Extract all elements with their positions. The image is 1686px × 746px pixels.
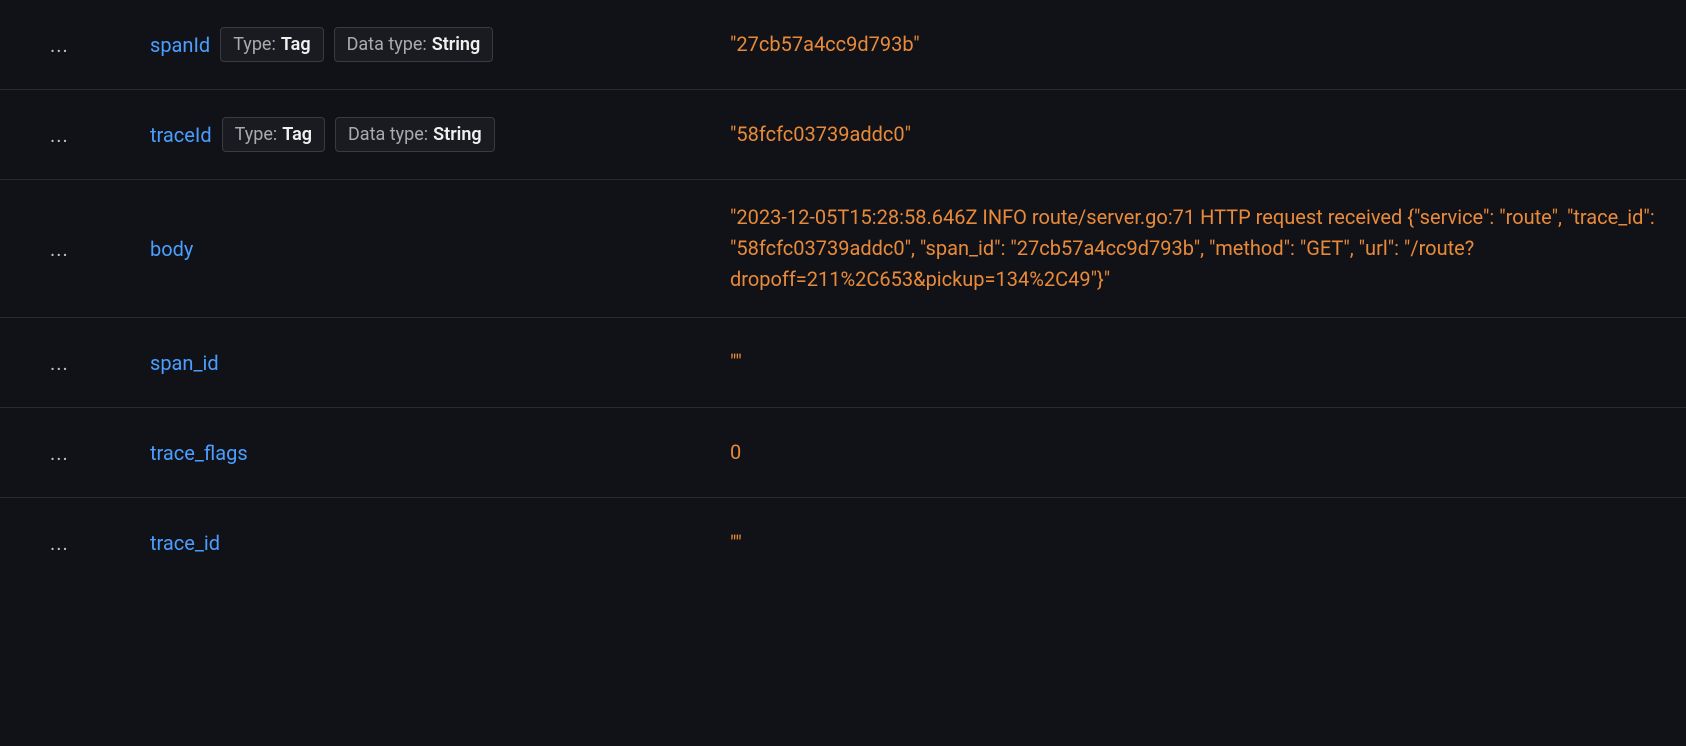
field-table: ... spanId Type: Tag Data type: String "… [0, 0, 1686, 588]
table-row: ... body "2023-12-05T15:28:58.646Z INFO … [0, 180, 1686, 318]
field-value: "" [730, 528, 1686, 559]
row-actions-menu[interactable]: ... [0, 351, 150, 375]
type-badge-label: Type: [235, 124, 278, 145]
row-actions-menu[interactable]: ... [0, 441, 150, 465]
datatype-badge-label: Data type: [348, 124, 428, 145]
field-name-link[interactable]: trace_id [150, 531, 220, 555]
datatype-badge: Data type: String [334, 27, 494, 62]
field-cell: trace_id [150, 531, 730, 555]
datatype-badge-value: String [432, 34, 480, 55]
field-cell: body [150, 237, 730, 261]
field-name-link[interactable]: traceId [150, 123, 212, 147]
field-cell: trace_flags [150, 441, 730, 465]
field-cell: traceId Type: Tag Data type: String [150, 117, 730, 152]
type-badge-label: Type: [233, 34, 276, 55]
field-value: "27cb57a4cc9d793b" [730, 29, 1686, 60]
field-name-link[interactable]: spanId [150, 33, 210, 57]
table-row: ... traceId Type: Tag Data type: String … [0, 90, 1686, 180]
field-cell: span_id [150, 351, 730, 375]
datatype-badge-label: Data type: [347, 34, 427, 55]
table-row: ... span_id "" [0, 318, 1686, 408]
field-value: "" [730, 347, 1686, 378]
table-row: ... trace_id "" [0, 498, 1686, 588]
field-name-link[interactable]: body [150, 237, 193, 261]
table-row: ... spanId Type: Tag Data type: String "… [0, 0, 1686, 90]
table-row: ... trace_flags 0 [0, 408, 1686, 498]
datatype-badge-value: String [433, 124, 481, 145]
row-actions-menu[interactable]: ... [0, 531, 150, 555]
field-value: 0 [730, 437, 1686, 468]
row-actions-menu[interactable]: ... [0, 33, 150, 57]
type-badge: Type: Tag [222, 117, 325, 152]
field-value: "2023-12-05T15:28:58.646Z INFO route/ser… [730, 202, 1686, 295]
field-value: "58fcfc03739addc0" [730, 119, 1686, 150]
type-badge-value: Tag [282, 124, 312, 145]
type-badge: Type: Tag [220, 27, 323, 62]
field-name-link[interactable]: span_id [150, 351, 219, 375]
row-actions-menu[interactable]: ... [0, 237, 150, 261]
field-name-link[interactable]: trace_flags [150, 441, 248, 465]
field-cell: spanId Type: Tag Data type: String [150, 27, 730, 62]
row-actions-menu[interactable]: ... [0, 123, 150, 147]
type-badge-value: Tag [281, 34, 311, 55]
datatype-badge: Data type: String [335, 117, 495, 152]
